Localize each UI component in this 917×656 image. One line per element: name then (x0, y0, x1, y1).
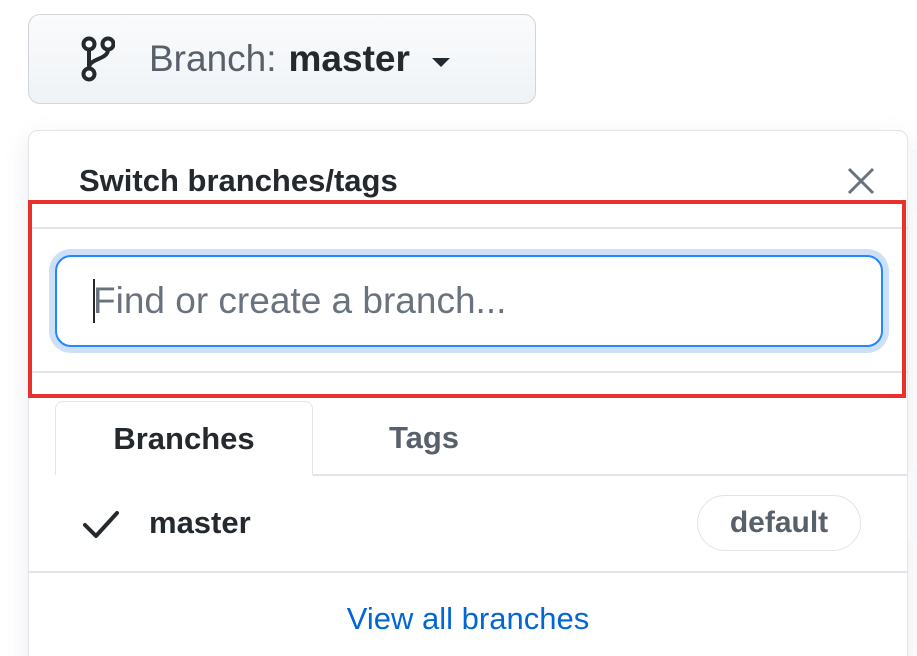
branch-list-item[interactable]: master default (29, 477, 907, 571)
branch-dropdown: Switch branches/tags Branches Tags mast (28, 130, 908, 656)
branch-select-button[interactable]: Branch: master (28, 14, 536, 104)
check-icon (81, 505, 121, 545)
text-cursor (93, 279, 95, 323)
tab-branches[interactable]: Branches (55, 401, 313, 475)
divider (29, 571, 907, 573)
background-fragment (908, 470, 917, 540)
branch-tag-tabs: Branches Tags (29, 401, 907, 476)
view-all-branches-link[interactable]: View all branches (29, 601, 907, 637)
default-badge: default (697, 495, 861, 551)
tab-tags[interactable]: Tags (313, 401, 535, 475)
git-branch-icon (81, 36, 116, 82)
canvas: Branch: master Switch branches/tags Bran… (0, 0, 917, 656)
branch-name: master (149, 505, 251, 540)
caret-down-icon (431, 57, 450, 67)
tabs-underline (313, 474, 907, 476)
branch-search-input[interactable] (55, 255, 883, 347)
background-fragment (908, 150, 917, 210)
close-icon[interactable] (841, 161, 881, 201)
divider (29, 371, 907, 373)
branch-button-current: master (288, 38, 410, 79)
dropdown-title: Switch branches/tags (79, 163, 398, 198)
branch-button-prefix: Branch: (149, 38, 277, 79)
divider (29, 227, 907, 229)
